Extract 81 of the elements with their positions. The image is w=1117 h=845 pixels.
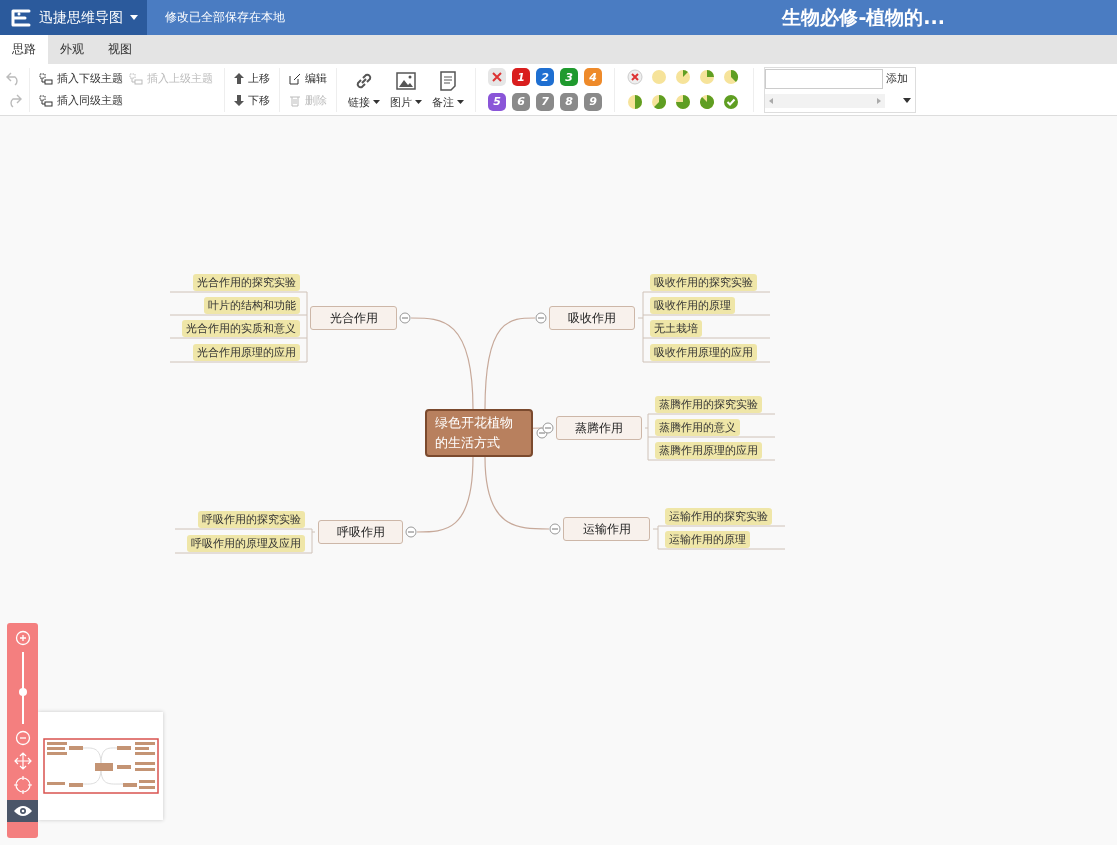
mindmap-logo-icon — [10, 8, 32, 27]
progress-pie-icon[interactable] — [627, 93, 643, 110]
subtopic-node[interactable]: 吸收作用的探究实验 — [650, 274, 757, 291]
trash-icon — [289, 94, 301, 107]
eye-icon — [12, 805, 33, 817]
topic-icon — [129, 72, 143, 85]
subtopic-node[interactable]: 运输作用的探究实验 — [665, 508, 772, 525]
priority-button[interactable]: 3 — [560, 68, 578, 87]
tag-input[interactable] — [765, 68, 883, 89]
insert-media-button[interactable]: 图片 — [386, 69, 426, 110]
collapse-icon[interactable] — [549, 523, 561, 535]
topic-node[interactable]: 蒸腾作用 — [556, 416, 642, 440]
caret-icon — [130, 15, 138, 20]
insert-topic-button[interactable]: 插入下级主题 — [37, 70, 125, 87]
collapse-icon[interactable] — [542, 422, 554, 434]
progress-pie-icon[interactable] — [723, 69, 739, 86]
tab[interactable]: 外观 — [48, 35, 96, 64]
collapse-icon[interactable] — [405, 526, 417, 538]
pencil-icon — [289, 72, 301, 85]
move-button[interactable]: 上移 — [232, 70, 272, 87]
scroll-right-icon[interactable] — [877, 97, 881, 104]
subtopic-node[interactable]: 光合作用的实质和意义 — [182, 320, 300, 337]
topic-icon — [39, 72, 53, 85]
insert-topic-button[interactable]: 插入同级主题 — [37, 92, 125, 109]
progress-pie-icon[interactable] — [675, 93, 691, 110]
up-arrow-icon — [234, 73, 244, 84]
subtopic-node[interactable]: 无土栽培 — [650, 320, 702, 337]
tag-scrollbar[interactable] — [765, 93, 885, 108]
subtopic-node[interactable]: 光合作用原理的应用 — [193, 344, 300, 361]
subtopic-node[interactable]: 吸收作用原理的应用 — [650, 344, 757, 361]
insert-media-button[interactable]: 链接 — [344, 69, 384, 110]
progress-pie-icon[interactable] — [675, 69, 691, 86]
priority-button[interactable]: 1 — [512, 68, 530, 87]
minimap-toggle-button[interactable] — [7, 800, 38, 822]
target-icon[interactable] — [13, 776, 32, 794]
subtopic-node[interactable]: 蒸腾作用的意义 — [655, 419, 740, 436]
zoom-slider-thumb[interactable] — [18, 687, 27, 696]
subtopic-node[interactable]: 蒸腾作用的探究实验 — [655, 396, 762, 413]
subtopic-node[interactable]: 呼吸作用的探究实验 — [198, 511, 305, 528]
check-icon[interactable] — [723, 93, 739, 110]
zoom-out-icon[interactable] — [14, 730, 31, 746]
zoom-slider[interactable] — [21, 652, 24, 724]
progress-pie-icon[interactable] — [699, 93, 715, 110]
move-arrows-icon[interactable] — [13, 752, 32, 770]
subtopic-node[interactable]: 吸收作用的原理 — [650, 297, 735, 314]
scroll-left-icon[interactable] — [769, 97, 773, 104]
tab[interactable]: 思路 — [0, 35, 48, 64]
collapse-icon[interactable] — [399, 312, 411, 324]
document-title: 生物必修-植物的... — [782, 4, 945, 30]
subtopic-node[interactable]: 光合作用的探究实验 — [193, 274, 300, 291]
progress-pie-icon[interactable] — [651, 93, 667, 110]
clear-progress-icon[interactable] — [627, 69, 643, 86]
progress-pie-icon[interactable] — [699, 69, 715, 86]
topic-node[interactable]: 呼吸作用 — [318, 520, 403, 544]
move-button[interactable]: 下移 — [232, 92, 272, 109]
topic-node[interactable]: 运输作用 — [563, 517, 650, 541]
edit-button[interactable]: 编辑 — [287, 70, 329, 87]
priority-button[interactable]: 5 — [488, 92, 506, 111]
subtopic-node[interactable]: 蒸腾作用原理的应用 — [655, 442, 762, 459]
collapse-icon[interactable] — [535, 312, 547, 324]
caret-icon — [373, 100, 380, 104]
app-menu[interactable]: 迅捷思维导图 — [0, 0, 147, 35]
insert-media-button[interactable]: 备注 — [428, 69, 468, 110]
note-icon — [437, 69, 459, 92]
topic-icon — [39, 94, 53, 107]
caret-icon — [457, 100, 464, 104]
subtopic-node[interactable]: 叶片的结构和功能 — [204, 297, 300, 314]
clear-priority-button[interactable] — [488, 68, 506, 87]
dropdown-caret-icon[interactable] — [903, 98, 911, 103]
close-icon — [492, 72, 502, 83]
tab[interactable]: 视图 — [96, 35, 144, 64]
subtopic-node[interactable]: 呼吸作用的原理及应用 — [187, 535, 305, 552]
priority-button[interactable]: 2 — [536, 68, 554, 87]
image-icon — [395, 69, 417, 92]
topic-node[interactable]: 吸收作用 — [549, 306, 635, 330]
subtopic-node[interactable]: 运输作用的原理 — [665, 531, 750, 548]
zoom-in-icon[interactable] — [14, 630, 31, 646]
down-arrow-icon — [234, 95, 244, 106]
topic-node[interactable]: 光合作用 — [310, 306, 397, 330]
caret-icon — [415, 100, 422, 104]
save-status: 修改已全部保存在本地 — [165, 9, 285, 26]
